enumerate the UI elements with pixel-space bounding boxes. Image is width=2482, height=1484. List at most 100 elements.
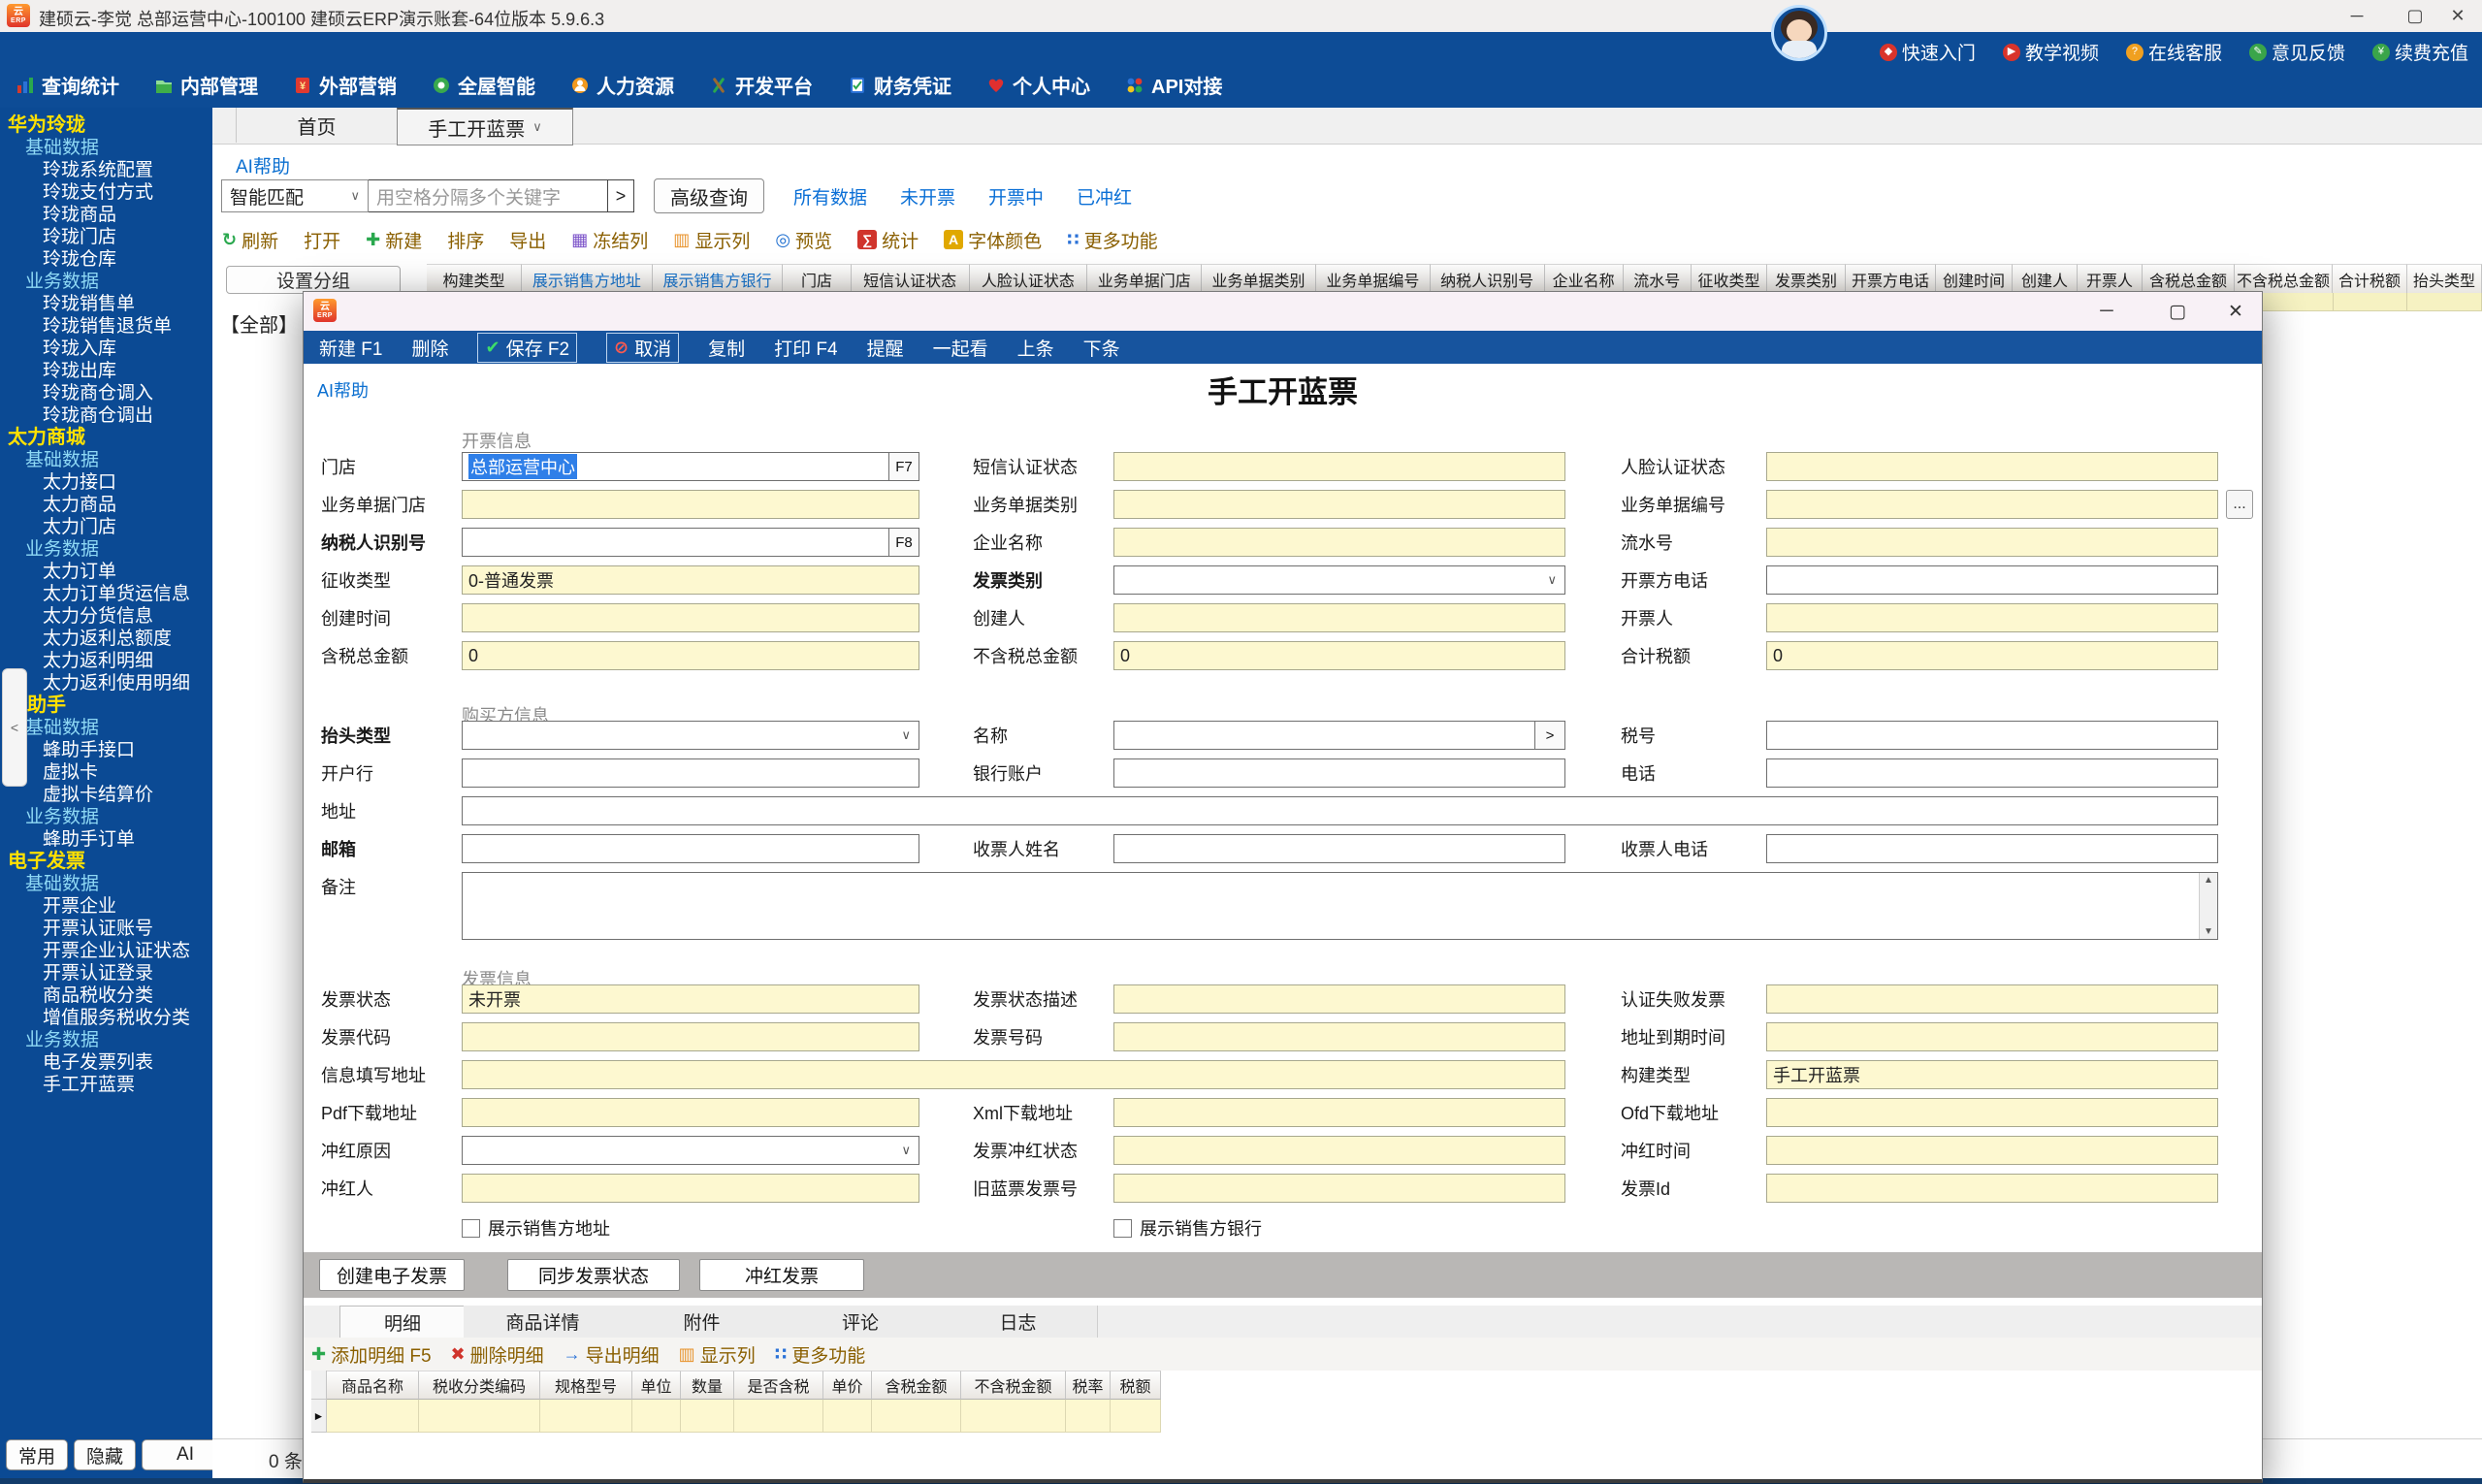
field-suffix-button[interactable]: F7 xyxy=(888,453,919,480)
tab-current[interactable]: 手工开蓝票∨ xyxy=(397,108,573,145)
detail-column-header[interactable]: 数量 xyxy=(681,1371,734,1400)
field-input[interactable] xyxy=(1766,1022,2218,1051)
sidebar-item[interactable]: 玲珑仓库 xyxy=(0,248,212,271)
filter-link[interactable]: 已冲红 xyxy=(1077,183,1132,210)
dialog-close-button[interactable]: ✕ xyxy=(2216,298,2255,325)
toolbar-button[interactable]: ▥显示列 xyxy=(673,227,750,253)
menubar-item[interactable]: 全屋智能 xyxy=(432,71,535,99)
quicklink-pencil-icon[interactable]: ✎意见反馈 xyxy=(2249,39,2345,65)
detail-toolbar-button[interactable]: ∷更多功能 xyxy=(775,1341,866,1368)
dialog-toolbar-button[interactable]: ⊘取消 xyxy=(606,333,679,363)
match-mode-select[interactable]: 智能匹配 ∨ xyxy=(221,179,369,212)
field-input[interactable]: > xyxy=(1113,721,1565,750)
sidebar-bottom-button[interactable]: 常用 xyxy=(6,1439,68,1470)
sidebar-item[interactable]: 基础数据 xyxy=(0,873,212,895)
field-input[interactable] xyxy=(462,1022,919,1051)
field-input[interactable] xyxy=(1766,1136,2218,1165)
sidebar-item[interactable]: 基础数据 xyxy=(0,449,212,471)
dialog-toolbar-button[interactable]: 一起看 xyxy=(933,335,988,361)
toolbar-button[interactable]: ◎预览 xyxy=(775,227,832,253)
sidebar-item[interactable]: 业务数据 xyxy=(0,806,212,828)
field-input[interactable] xyxy=(462,490,919,519)
search-input[interactable]: 用空格分隔多个关键字 xyxy=(369,179,608,212)
sidebar-item[interactable]: 太力订单货运信息 xyxy=(0,583,212,605)
field-input[interactable] xyxy=(1766,1174,2218,1203)
field-input[interactable] xyxy=(1766,984,2218,1014)
detail-toolbar-button[interactable]: ✚添加明细 F5 xyxy=(311,1341,432,1368)
detail-column-header[interactable]: 税率 xyxy=(1066,1371,1111,1400)
detail-cell[interactable] xyxy=(1066,1400,1111,1433)
scroll-down-icon[interactable]: ▼ xyxy=(2204,926,2213,937)
menubar-item[interactable]: ¥外部营销 xyxy=(293,71,397,99)
maximize-button[interactable]: ▢ xyxy=(2394,2,2436,29)
field-input[interactable] xyxy=(1113,490,1565,519)
field-select[interactable]: ∨ xyxy=(462,721,919,750)
menubar-item[interactable]: 财务凭证 xyxy=(848,71,951,99)
sidebar-item[interactable]: 玲珑门店 xyxy=(0,226,212,248)
sidebar-item[interactable]: 开票认证账号 xyxy=(0,918,212,940)
filter-link[interactable]: 所有数据 xyxy=(793,183,867,210)
dialog-maximize-button[interactable]: ▢ xyxy=(2158,298,2197,325)
toolbar-button[interactable]: 打开 xyxy=(304,227,340,253)
sidebar-item[interactable]: 太力商城 xyxy=(0,427,212,449)
sidebar-item[interactable]: 太力分货信息 xyxy=(0,605,212,628)
menubar-item[interactable]: 内部管理 xyxy=(154,71,258,99)
field-suffix-button[interactable]: F8 xyxy=(888,529,919,556)
sidebar-item[interactable]: 太力返利使用明细 xyxy=(0,672,212,694)
show-seller-bank-checkbox[interactable]: 展示销售方银行 xyxy=(1113,1215,1262,1241)
field-input[interactable] xyxy=(1113,528,1565,557)
menubar-item[interactable]: API对接 xyxy=(1125,71,1222,99)
field-input[interactable] xyxy=(1113,1098,1565,1127)
sidebar-item[interactable]: 虚拟卡 xyxy=(0,761,212,784)
sidebar-item[interactable]: 电子发票列表 xyxy=(0,1051,212,1074)
detail-table-empty-row[interactable]: ► xyxy=(311,1400,1161,1433)
ai-help-link[interactable]: AI帮助 xyxy=(236,152,290,178)
detail-cell[interactable] xyxy=(540,1400,632,1433)
group-all-label[interactable]: 【全部】 xyxy=(220,309,298,338)
dialog-action-button[interactable]: 同步发票状态 xyxy=(507,1259,680,1291)
sidebar-item[interactable]: 电子发票 xyxy=(0,851,212,873)
toolbar-button[interactable]: 排序 xyxy=(447,227,484,253)
sidebar-item[interactable]: 太力订单 xyxy=(0,561,212,583)
field-input[interactable] xyxy=(462,1098,919,1127)
sidebar-item[interactable]: 商品税收分类 xyxy=(0,984,212,1007)
detail-cell[interactable] xyxy=(872,1400,961,1433)
dialog-toolbar-button[interactable]: 复制 xyxy=(708,335,745,361)
detail-tab[interactable]: 日志 xyxy=(939,1306,1098,1338)
field-input[interactable] xyxy=(1766,603,2218,632)
detail-column-header[interactable]: 税收分类编码 xyxy=(419,1371,540,1400)
dialog-action-button[interactable]: 创建电子发票 xyxy=(319,1259,465,1291)
detail-cell[interactable] xyxy=(1111,1400,1161,1433)
dialog-toolbar-button[interactable]: 删除 xyxy=(411,335,448,361)
sidebar-item[interactable]: 开票企业 xyxy=(0,895,212,918)
detail-column-header[interactable]: 单位 xyxy=(632,1371,681,1400)
sidebar-item[interactable]: 开票企业认证状态 xyxy=(0,940,212,962)
scroll-up-icon[interactable]: ▲ xyxy=(2204,875,2213,886)
detail-cell[interactable] xyxy=(961,1400,1066,1433)
detail-column-header[interactable]: 商品名称 xyxy=(327,1371,419,1400)
grid-filter-cell[interactable] xyxy=(2407,293,2482,311)
field-input[interactable] xyxy=(1113,1174,1565,1203)
detail-tab[interactable]: 明细 xyxy=(339,1306,466,1339)
toolbar-button[interactable]: ∷更多功能 xyxy=(1067,227,1158,253)
field-input[interactable] xyxy=(1766,758,2218,788)
field-input[interactable] xyxy=(462,1060,1565,1089)
detail-column-header[interactable]: 不含税金额 xyxy=(961,1371,1066,1400)
detail-column-header[interactable]: 税额 xyxy=(1111,1371,1161,1400)
advanced-query-button[interactable]: 高级查询 xyxy=(654,178,764,213)
quicklink-recharge-icon[interactable]: ¥续费充值 xyxy=(2372,39,2468,65)
detail-column-header[interactable]: 单价 xyxy=(823,1371,872,1400)
sidebar-item[interactable]: 太力门店 xyxy=(0,516,212,538)
detail-cell[interactable] xyxy=(419,1400,540,1433)
detail-tab[interactable]: 评论 xyxy=(782,1306,940,1338)
close-button[interactable]: ✕ xyxy=(2436,2,2479,29)
field-suffix-button[interactable]: > xyxy=(1534,722,1564,749)
sidebar-item[interactable]: 开票认证登录 xyxy=(0,962,212,984)
dialog-minimize-button[interactable]: ─ xyxy=(2087,298,2126,325)
detail-cell[interactable] xyxy=(632,1400,681,1433)
toolbar-button[interactable]: ∑统计 xyxy=(857,227,919,253)
sidebar-item[interactable]: 蜂助手 xyxy=(0,694,212,717)
quicklink-play-icon[interactable]: ▶教学视频 xyxy=(2003,39,2099,65)
field-select[interactable]: ∨ xyxy=(1113,565,1565,595)
dialog-toolbar-button[interactable]: 新建 F1 xyxy=(319,335,382,361)
